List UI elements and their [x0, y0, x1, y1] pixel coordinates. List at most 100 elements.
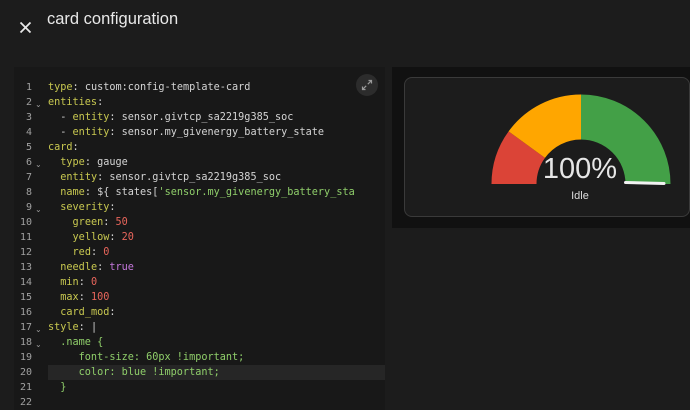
code-line: color: blue !important;	[48, 365, 220, 380]
code-token: -	[48, 112, 73, 123]
code-token: yellow	[72, 232, 110, 243]
code-token: type	[60, 157, 85, 168]
code-token: type	[48, 82, 73, 93]
line-number: 18	[19, 337, 32, 348]
line-number: 1	[25, 82, 32, 93]
code-line: font-size: 60px !important;	[48, 350, 245, 365]
code-token: :	[103, 217, 116, 228]
code-token: :	[78, 277, 91, 288]
dialog-header: card configuration	[0, 0, 690, 48]
code-line: red: 0	[48, 245, 110, 260]
code-line: - entity: sensor.my_givenergy_battery_st…	[48, 125, 324, 140]
code-token: :	[72, 82, 85, 93]
line-number: 9	[25, 202, 32, 213]
code-token: sensor.givtcp_sa2219g385_soc	[121, 112, 294, 123]
code-token: sensor.givtcp_sa2219g385_soc	[109, 172, 282, 183]
fold-chevron-icon[interactable]: ⌄	[35, 337, 42, 352]
code-token: entity	[72, 127, 110, 138]
code-token: card_mod	[60, 307, 110, 318]
code-token: entity	[72, 112, 110, 123]
close-button[interactable]	[12, 8, 40, 36]
fold-chevron-icon[interactable]: ⌄	[35, 157, 42, 172]
code-token: entities	[48, 97, 98, 108]
line-number: 14	[19, 277, 32, 288]
code-token: :	[97, 172, 110, 183]
gauge-entity-name: Idle	[571, 190, 589, 202]
close-icon	[19, 21, 32, 34]
code-line: card_mod:	[48, 305, 115, 320]
yaml-code-editor[interactable]: 1 2 ⌄ 3 4 5 6 ⌄ 7 8 9 ⌄ 10 11 12 13 14 15 16 17 ⌄ 18 ⌄ 19 20 21 22…	[14, 67, 385, 410]
code-token: :	[84, 187, 98, 198]
code-token: :	[90, 247, 104, 258]
line-number: 10	[19, 217, 32, 228]
line-number: 19	[19, 352, 32, 363]
code-line: type: gauge	[48, 155, 128, 170]
code-token: 50	[115, 217, 128, 228]
code-token: :	[109, 232, 122, 243]
line-number: 22	[19, 397, 32, 408]
code-token: 20	[121, 232, 134, 243]
code-token: 0	[103, 247, 110, 258]
code-line: max: 100	[48, 290, 109, 305]
code-line: yellow: 20	[48, 230, 134, 245]
gauge-value: 100%	[542, 153, 618, 185]
code-token: 0	[90, 277, 98, 288]
code-token: ${ states[	[97, 187, 159, 198]
line-number: 6	[25, 157, 32, 168]
code-token: custom:config-template-card	[84, 82, 251, 93]
code-token: needle	[60, 262, 98, 273]
code-token: style	[48, 322, 79, 333]
code-token: 100	[90, 292, 110, 303]
fold-chevron-icon[interactable]: ⌄	[35, 97, 42, 112]
code-token: }	[48, 382, 67, 393]
code-line: card:	[48, 140, 79, 155]
line-number-gutter: 1 2 ⌄ 3 4 5 6 ⌄ 7 8 9 ⌄ 10 11 12 13 14 15 16 17 ⌄ 18 ⌄ 19 20 21 22	[14, 67, 48, 410]
code-line: - entity: sensor.givtcp_sa2219g385_soc	[48, 110, 293, 125]
expand-editor-button[interactable]	[356, 74, 378, 96]
code-token: max	[60, 292, 79, 303]
line-number: 15	[19, 292, 32, 303]
dialog-title: card configuration	[47, 10, 179, 28]
code-token: .name {	[48, 337, 104, 348]
code-token: :	[109, 112, 122, 123]
code-token: font-size: 60px !important;	[48, 352, 245, 363]
code-line: name: ${ states['sensor.my_givenergy_bat…	[48, 185, 355, 200]
line-number: 3	[25, 112, 32, 123]
code-token: :	[97, 97, 104, 108]
code-token: entity	[60, 172, 98, 183]
code-token: 'sensor.my_givenergy_battery_sta	[158, 187, 355, 198]
code-token: :	[109, 127, 122, 138]
code-token: :	[97, 262, 110, 273]
code-token: :	[78, 292, 91, 303]
code-token: green	[72, 217, 104, 228]
line-number: 12	[19, 247, 32, 258]
code-line: }	[48, 380, 66, 395]
code-line: .name {	[48, 335, 103, 350]
code-line: entities:	[48, 95, 103, 110]
code-token: :	[72, 142, 79, 153]
line-number: 4	[25, 127, 32, 138]
line-number: 17	[19, 322, 32, 333]
code-line: type: custom:config-template-card	[48, 80, 250, 95]
line-number: 5	[25, 142, 32, 153]
code-line: min: 0	[48, 275, 97, 290]
code-area[interactable]: type: custom:config-template-card entitie…	[48, 67, 385, 410]
code-line: needle: true	[48, 260, 134, 275]
line-number: 20	[19, 367, 32, 378]
fold-chevron-icon[interactable]: ⌄	[35, 202, 42, 217]
code-token: min	[60, 277, 79, 288]
fold-chevron-icon[interactable]: ⌄	[35, 322, 42, 337]
line-number: 13	[19, 262, 32, 273]
line-number: 8	[25, 187, 32, 198]
code-token: card	[48, 142, 73, 153]
code-token: :	[84, 157, 98, 168]
code-token: severity	[60, 202, 110, 213]
